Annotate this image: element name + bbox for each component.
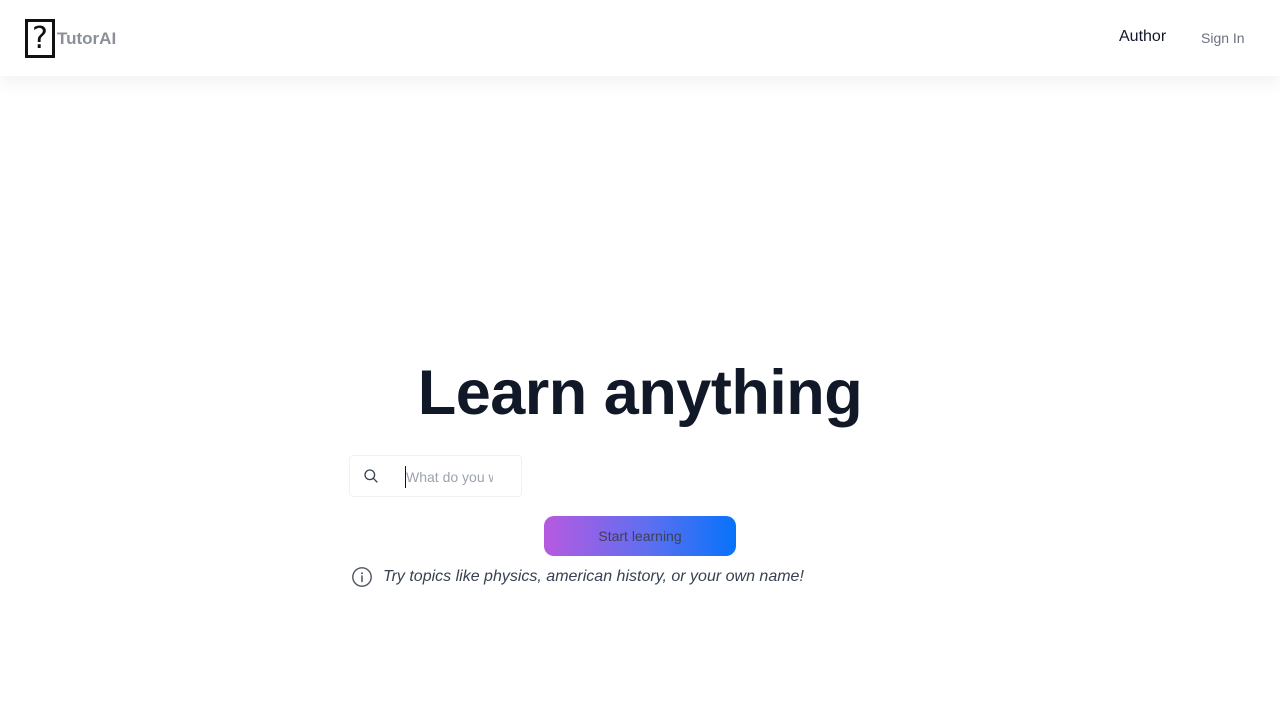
search-box[interactable] [349, 455, 522, 497]
search-icon [364, 469, 378, 483]
hero-title: Learn anything [417, 358, 863, 428]
hint-text: Try topics like physics, american histor… [383, 568, 804, 585]
logo-icon: ? [25, 19, 55, 58]
nav-author-link[interactable]: Author [1119, 28, 1166, 46]
brand-name: TutorAI [57, 28, 117, 48]
start-learning-button[interactable]: Start learning [544, 516, 736, 556]
search-input[interactable] [405, 466, 493, 488]
info-icon [352, 567, 372, 587]
topic-hint: Try topics like physics, american histor… [351, 566, 804, 588]
sign-in-link[interactable]: Sign In [1201, 30, 1245, 46]
navbar: ? TutorAI Author Sign In [0, 0, 1280, 76]
logo-link[interactable]: ? TutorAI [25, 19, 116, 58]
